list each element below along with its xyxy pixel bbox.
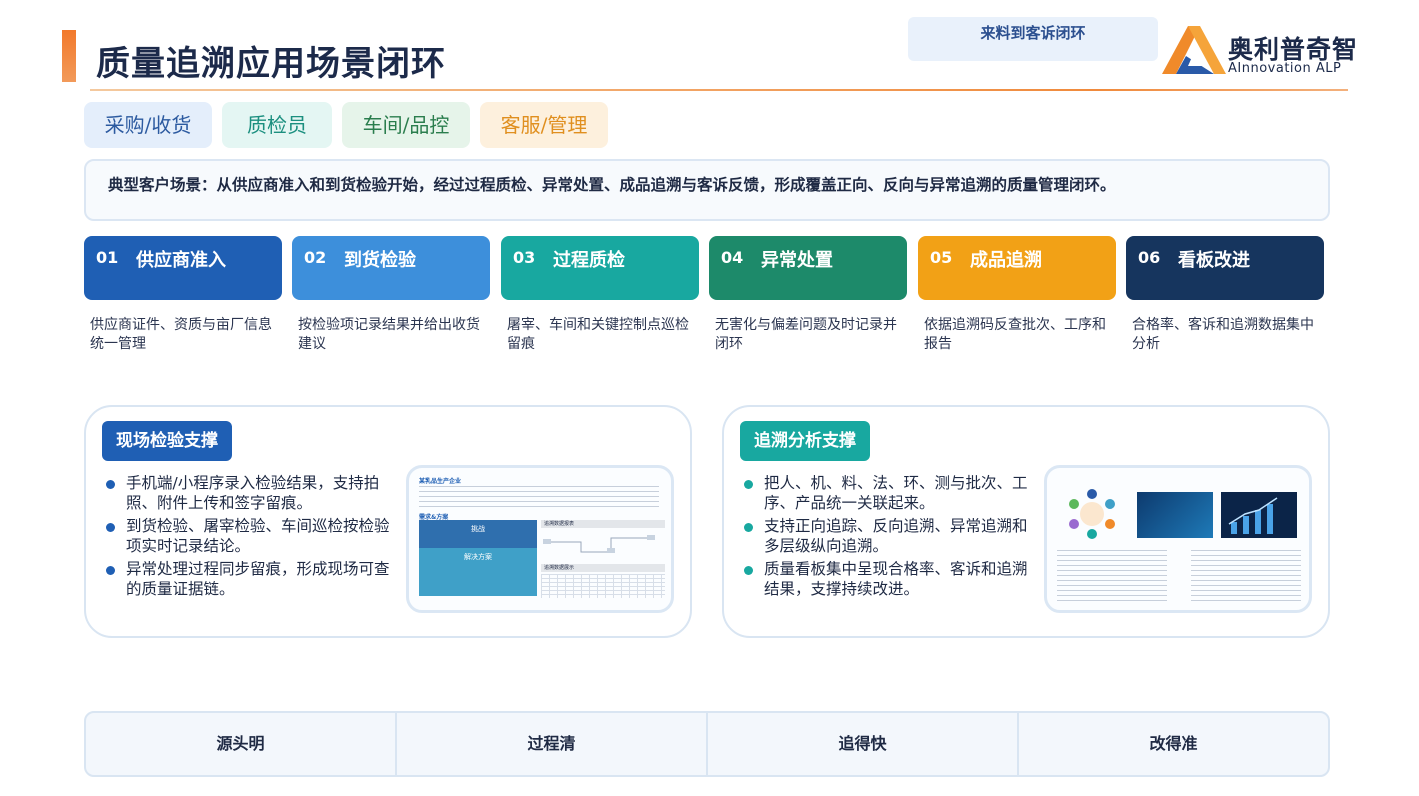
step-number: 01 — [96, 248, 119, 267]
page-title: 质量追溯应用场景闭环 — [96, 44, 446, 84]
step-number: 03 — [513, 248, 536, 267]
analysis-screenshot-thumbnail — [1044, 465, 1312, 613]
step-card-03: 03 过程质检 — [501, 236, 699, 300]
step-card-02: 02 到货检验 — [292, 236, 490, 300]
summary-item: 追得快 — [708, 713, 1019, 775]
panel-field-inspection: 现场检验支撑 手机端/小程序录入检验结果，支持拍照、附件上传和签字留痕。 到货检… — [84, 405, 692, 638]
step-number: 06 — [1138, 248, 1161, 267]
title-accent-bar — [62, 30, 76, 82]
step-title: 过程质检 — [553, 250, 625, 271]
step-title: 到货检验 — [344, 250, 416, 271]
thumb-table-grid — [541, 574, 665, 598]
bullet-item: 质量看板集中呈现合格率、客诉和追溯结果，支撑持续改进。 — [744, 559, 1034, 599]
role-purchasing[interactable]: 采购/收货 — [84, 102, 212, 148]
role-inspector[interactable]: 质检员 — [222, 102, 332, 148]
thumb-text-lines-right — [1191, 550, 1301, 604]
bullet-item: 异常处理过程同步留痕，形成现场可查的质量证据链。 — [106, 559, 396, 599]
thumb-text-lines-left — [1057, 550, 1167, 604]
step-title: 看板改进 — [1178, 250, 1250, 271]
thumb-text-lines — [419, 486, 659, 510]
step-number: 02 — [304, 248, 327, 267]
step-description-05: 依据追溯码反查批次、工序和报告 — [924, 317, 1106, 352]
bullet-item: 支持正向追踪、反向追溯、异常追溯和多层级纵向追溯。 — [744, 516, 1034, 556]
step-title: 成品追溯 — [970, 250, 1042, 271]
role-workshop-qc[interactable]: 车间/品控 — [342, 102, 470, 148]
step-title: 异常处置 — [761, 250, 833, 271]
network-image — [1137, 492, 1213, 538]
step-card-06: 06 看板改进 — [1126, 236, 1324, 300]
step-card-05: 05 成品追溯 — [918, 236, 1116, 300]
step-description-06: 合格率、客诉和追溯数据集中分析 — [1132, 317, 1314, 352]
step-description-01: 供应商证件、资质与亩厂信息统一管理 — [90, 317, 272, 352]
bullet-list: 把人、机、料、法、环、测与批次、工序、产品统一关联起来。 支持正向追踪、反向追溯… — [744, 473, 1034, 602]
step-title: 供应商准入 — [136, 250, 226, 271]
panel-tag: 追溯分析支撑 — [740, 421, 870, 461]
step-card-01: 01 供应商准入 — [84, 236, 282, 300]
bullet-item: 手机端/小程序录入检验结果，支持拍照、附件上传和签字留痕。 — [106, 473, 396, 513]
rising-chart-image-icon — [1221, 492, 1297, 538]
factor-wheel-icon — [1069, 489, 1115, 539]
summary-item: 过程清 — [397, 713, 708, 775]
summary-item: 源头明 — [86, 713, 397, 775]
thumb-solution: 解决方案 — [419, 548, 537, 596]
panel-tag: 现场检验支撑 — [102, 421, 232, 461]
bullet-list: 手机端/小程序录入检验结果，支持拍照、附件上传和签字留痕。 到货检验、屠宰检验、… — [106, 473, 396, 602]
step-description-02: 按检验项记录结果并给出收货建议 — [298, 317, 480, 352]
role-tabs: 采购/收货 质检员 车间/品控 客服/管理 — [84, 102, 608, 148]
scope-badge: 来料到客诉闭环 — [908, 17, 1158, 61]
step-description-04: 无害化与偏差问题及时记录并闭环 — [715, 317, 897, 352]
thumb-flow-diagram-icon — [543, 535, 655, 553]
step-card-04: 04 异常处置 — [709, 236, 907, 300]
bullet-item: 把人、机、料、法、环、测与批次、工序、产品统一关联起来。 — [744, 473, 1034, 513]
thumb-heading: 某乳品生产企业 — [419, 478, 462, 485]
scene-description: 典型客户场景：从供应商准入和到货检验开始，经过过程质检、异常处置、成品追溯与客诉… — [108, 176, 1116, 194]
panel-trace-analysis: 追溯分析支撑 把人、机、料、法、环、测与批次、工序、产品统一关联起来。 支持正向… — [722, 405, 1330, 638]
case-screenshot-thumbnail: 某乳品生产企业 需求&方案 挑战 解决方案 追溯数据报表 追溯数据展示 — [406, 465, 674, 613]
thumb-report-head: 追溯数据报表 — [541, 520, 665, 528]
step-number: 05 — [930, 248, 953, 267]
step-description-03: 屠宰、车间和关键控制点巡检留痕 — [507, 317, 689, 352]
bullet-item: 到货检验、屠宰检验、车间巡检按检验项实时记录结论。 — [106, 516, 396, 556]
summary-item: 改得准 — [1149, 734, 1198, 753]
step-number: 04 — [721, 248, 744, 267]
role-service-management[interactable]: 客服/管理 — [480, 102, 608, 148]
summary-bar: 源头明 过程清 追得快 改得准 — [84, 711, 1330, 777]
header-divider — [90, 89, 1348, 91]
logo-english-name: AInnovation ALP — [1228, 61, 1342, 76]
thumb-challenge: 挑战 — [419, 520, 537, 548]
thumb-display-head: 追溯数据展示 — [541, 564, 665, 572]
